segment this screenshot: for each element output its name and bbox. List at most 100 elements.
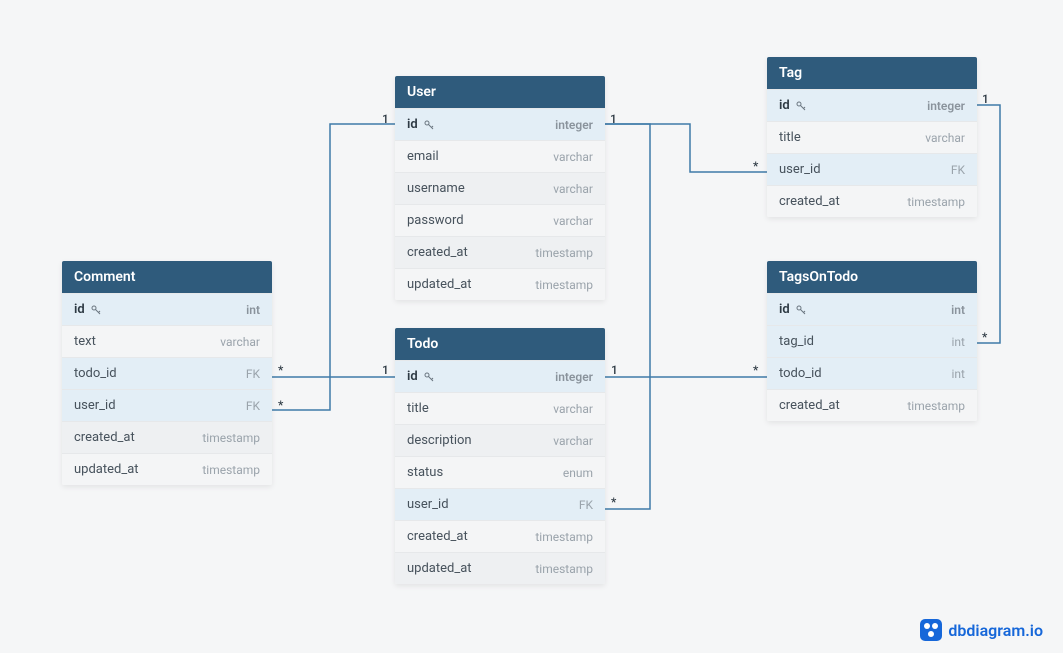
column-type: varchar [553,214,593,228]
table-tag[interactable]: Tag id integer title varchar user_id FK … [767,57,977,217]
column-type: integer [927,99,965,113]
cardinality: 1 [382,363,389,377]
table-comment[interactable]: Comment id int text varchar todo_id FK u… [62,261,272,485]
column-name: user_id [407,497,449,512]
table-row[interactable]: created_at timestamp [767,185,977,217]
table-row[interactable]: created_at timestamp [395,520,605,552]
table-row[interactable]: tag_id int [767,325,977,357]
column-type: FK [951,163,965,177]
column-name: updated_at [74,462,139,477]
column-name: id [74,302,102,317]
table-row[interactable]: user_id FK [395,488,605,520]
column-type: timestamp [535,278,593,292]
brand-text: dbdiagram.io [948,621,1043,640]
cardinality: * [611,495,616,509]
table-row[interactable]: text varchar [62,325,272,357]
column-name: id [407,369,435,384]
column-type: int [246,303,260,317]
table-header: Tag [767,57,977,89]
column-name: status [407,465,443,480]
table-row[interactable]: todo_id int [767,357,977,389]
column-type: varchar [553,402,593,416]
column-type: varchar [553,182,593,196]
column-name: password [407,213,464,228]
column-name: user_id [779,162,821,177]
column-name: id [779,98,807,113]
table-row[interactable]: id int [767,293,977,325]
table-row[interactable]: updated_at timestamp [395,268,605,300]
column-type: timestamp [907,195,965,209]
table-row[interactable]: todo_id FK [62,357,272,389]
cardinality: 1 [611,363,618,377]
column-name: tag_id [779,334,814,349]
column-name: created_at [779,398,840,413]
cardinality: 1 [610,112,617,126]
diagram-canvas[interactable]: * 1 * 1 * 1 * * 1 * 1 Comment id int tex… [0,0,1063,653]
table-header: Comment [62,261,272,293]
table-row[interactable]: user_id FK [62,389,272,421]
cardinality: 1 [982,92,989,106]
column-name: id [779,302,807,317]
brand-logo-text[interactable]: dbdiagram.io [920,619,1043,641]
column-name: title [407,401,429,416]
table-row[interactable]: id int [62,293,272,325]
column-name: user_id [74,398,116,413]
column-type: integer [555,370,593,384]
column-type: FK [246,399,260,413]
key-icon [795,304,807,316]
column-type: timestamp [535,246,593,260]
table-user[interactable]: User id integer email varchar username v… [395,76,605,300]
cardinality: * [982,330,987,344]
table-row[interactable]: created_at timestamp [395,236,605,268]
brand-icon [920,619,942,641]
cardinality: * [753,363,758,377]
column-type: FK [579,498,593,512]
key-icon [423,119,435,131]
table-row[interactable]: email varchar [395,140,605,172]
key-icon [90,304,102,316]
cardinality: * [278,398,283,412]
table-row[interactable]: status enum [395,456,605,488]
column-name: description [407,433,472,448]
table-row[interactable]: created_at timestamp [767,389,977,421]
table-row[interactable]: password varchar [395,204,605,236]
table-header: User [395,76,605,108]
cardinality: 1 [382,112,389,126]
table-row[interactable]: id integer [767,89,977,121]
cardinality: * [753,159,758,173]
column-type: int [951,303,965,317]
table-row[interactable]: created_at timestamp [62,421,272,453]
column-type: int [952,367,965,381]
table-row[interactable]: updated_at timestamp [62,453,272,485]
column-name: title [779,130,801,145]
table-header: Todo [395,328,605,360]
key-icon [423,371,435,383]
table-row[interactable]: title varchar [767,121,977,153]
column-name: username [407,181,465,196]
table-row[interactable]: username varchar [395,172,605,204]
table-row[interactable]: description varchar [395,424,605,456]
table-row[interactable]: title varchar [395,392,605,424]
column-type: timestamp [202,431,260,445]
column-type: timestamp [535,530,593,544]
column-name: updated_at [407,277,472,292]
column-name: todo_id [74,366,117,381]
column-name: text [74,334,96,349]
table-row[interactable]: updated_at timestamp [395,552,605,584]
table-row[interactable]: user_id FK [767,153,977,185]
column-type: timestamp [202,463,260,477]
table-todo[interactable]: Todo id integer title varchar descriptio… [395,328,605,584]
table-row[interactable]: id integer [395,108,605,140]
column-name: email [407,149,439,164]
column-name: created_at [74,430,135,445]
column-type: timestamp [907,399,965,413]
column-name: id [407,117,435,132]
table-row[interactable]: id integer [395,360,605,392]
column-type: varchar [553,434,593,448]
column-type: enum [563,466,593,480]
table-tagsontodo[interactable]: TagsOnTodo id int tag_id int todo_id int… [767,261,977,421]
key-icon [795,100,807,112]
column-type: varchar [553,150,593,164]
column-type: FK [246,367,260,381]
column-type: varchar [220,335,260,349]
